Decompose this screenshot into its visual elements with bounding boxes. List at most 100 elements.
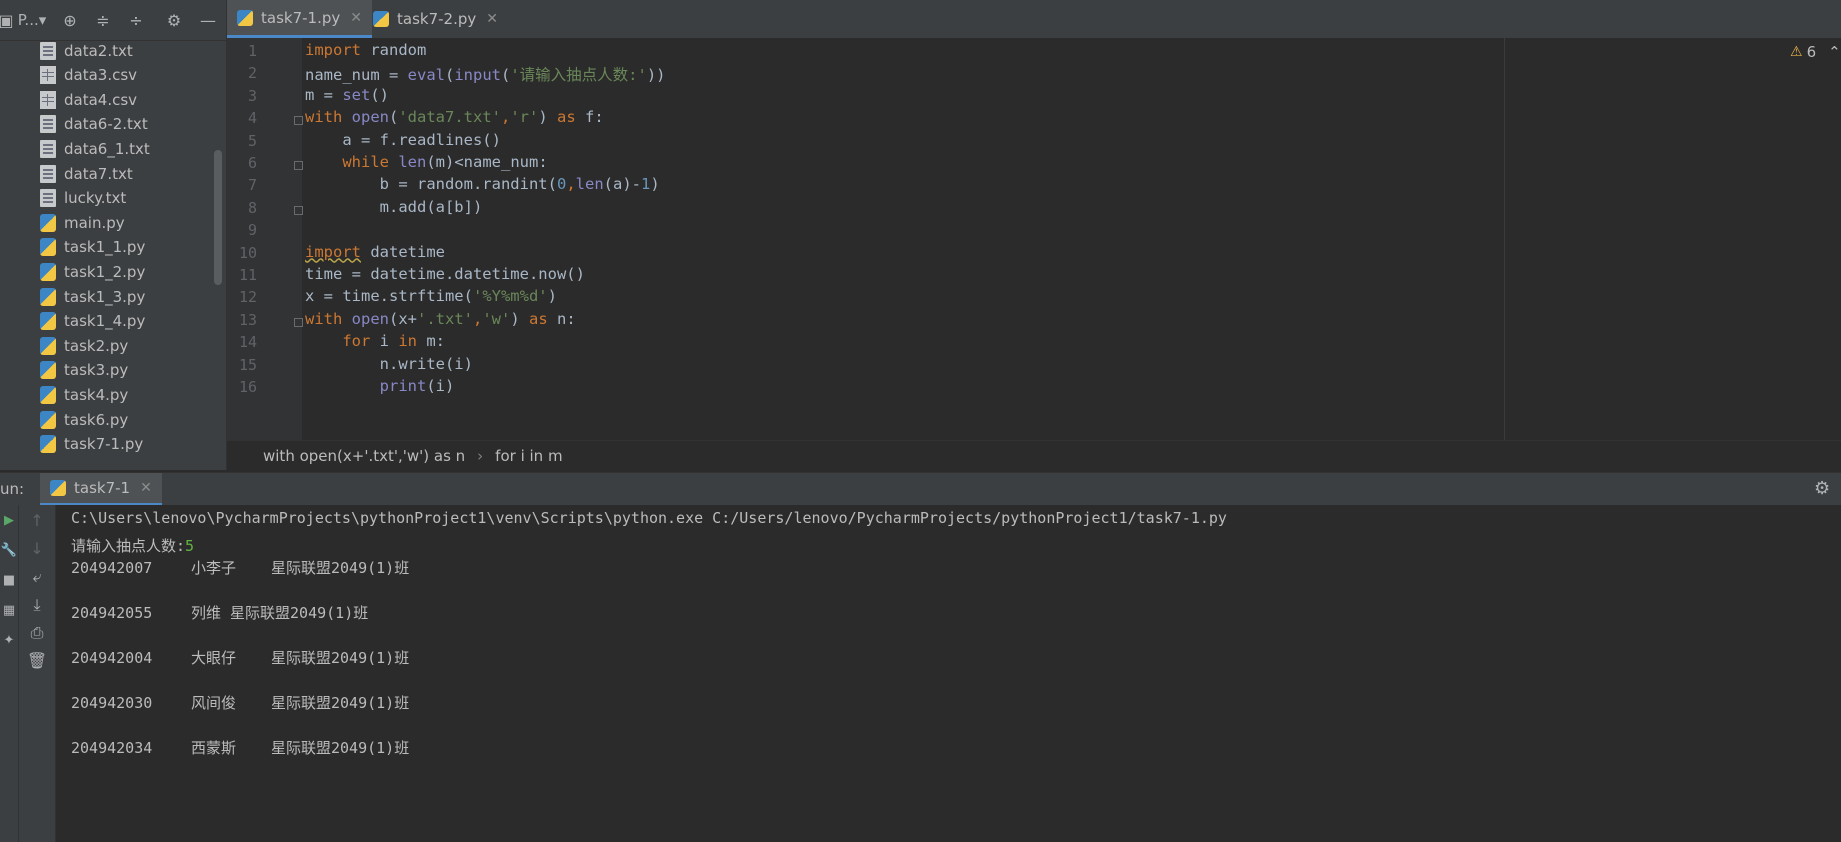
run-left-strip: ▶ 🔧 ■ ▦ ✦ xyxy=(0,505,19,842)
file-tree-item[interactable]: lucky.txt xyxy=(40,186,126,211)
hide-icon[interactable]: — xyxy=(196,8,220,32)
console-input-value: 5 xyxy=(185,537,195,555)
close-icon[interactable]: ✕ xyxy=(486,11,498,27)
code-line[interactable]: b = random.randint(0,len(a)-1) xyxy=(305,175,660,193)
arrow-up-icon[interactable]: ↑ xyxy=(19,511,55,530)
run-console-output[interactable]: C:\Users\lenovo\PycharmProjects\pythonPr… xyxy=(56,505,1841,842)
arrow-down-icon[interactable]: ↓ xyxy=(19,539,55,558)
python-file-icon xyxy=(40,336,56,355)
right-margin-guide xyxy=(1504,38,1505,440)
file-tree-item[interactable]: data4.csv xyxy=(40,87,137,112)
file-tree-item[interactable]: task3.py xyxy=(40,358,128,383)
project-view-selector[interactable]: P... ▾ xyxy=(16,8,48,32)
text-file-icon xyxy=(40,139,56,158)
file-tree-item[interactable]: data3.csv xyxy=(40,63,137,88)
line-number: 12 xyxy=(238,288,257,307)
layout-icon[interactable]: ▦ xyxy=(0,603,18,618)
code-line[interactable]: m.add(a[b]) xyxy=(305,198,483,216)
run-tab-label: task7-1 xyxy=(74,479,131,497)
console-output-row: 204942007 小李子 星际联盟2049(1)班 xyxy=(71,557,409,578)
pin-icon[interactable]: ✦ xyxy=(0,633,18,648)
scroll-to-end-icon[interactable]: ⤓ xyxy=(19,595,55,615)
file-tree-item[interactable]: task2.py xyxy=(40,333,128,358)
code-line[interactable]: print(i) xyxy=(305,377,455,395)
file-name: data3.csv xyxy=(64,66,138,85)
collapse-all-icon[interactable]: ÷ xyxy=(124,8,148,32)
file-tree-item[interactable]: task1_3.py xyxy=(40,284,145,309)
expand-all-icon[interactable]: ≑ xyxy=(91,8,115,32)
code-editor[interactable]: 1 2 3 4 5 6 7 8 9 10 11 12 13 14 15 16 ⚠ 6 ⌃ import ran… xyxy=(227,38,1841,440)
python-file-icon xyxy=(237,9,253,26)
fold-marker-icon[interactable] xyxy=(294,317,303,327)
code-line[interactable]: m = set() xyxy=(305,86,389,104)
fold-marker-icon[interactable] xyxy=(294,161,303,170)
line-number: 5 xyxy=(247,131,257,150)
console-id: 204942004 xyxy=(71,649,153,667)
csv-file-icon xyxy=(40,66,56,85)
inspection-widget[interactable]: ⚠ 6 ⌃ xyxy=(1790,43,1841,61)
file-tree-item[interactable]: task1_2.py xyxy=(40,259,145,284)
code-line[interactable]: for i in m: xyxy=(305,332,445,350)
console-output-row: 204942004 大眼仔 星际联盟2049(1)班 xyxy=(71,647,409,668)
file-name: task6.py xyxy=(64,410,129,429)
rerun-icon[interactable]: ▶ xyxy=(0,513,18,528)
line-number: 11 xyxy=(238,266,257,284)
console-id: 204942007 xyxy=(71,559,153,577)
project-panel: ▣ P...▾ ⊕ ≑ ÷ ⚙ — data2.txt data3.csv data… xyxy=(0,0,227,470)
file-tree-item[interactable]: data7.txt xyxy=(40,161,133,186)
file-name: task1_3.py xyxy=(64,287,146,306)
file-tree-item[interactable]: task1_1.py xyxy=(40,235,145,260)
file-name: data6-2.txt xyxy=(64,115,148,134)
tree-scrollbar[interactable] xyxy=(214,150,222,285)
python-file-icon xyxy=(40,385,56,404)
python-file-icon xyxy=(40,213,56,232)
trash-icon[interactable]: 🗑 xyxy=(19,651,55,670)
code-line[interactable]: import datetime xyxy=(305,243,445,261)
wrench-icon[interactable]: 🔧 xyxy=(0,543,18,558)
file-tree-item[interactable]: task7-1.py xyxy=(40,432,143,457)
file-name: task1_4.py xyxy=(64,312,146,331)
file-tree-item[interactable]: task6.py xyxy=(40,407,128,432)
print-icon[interactable]: ⎙ xyxy=(19,623,55,643)
breadcrumb-item[interactable]: with open(x+'.txt','w') as n xyxy=(263,447,465,465)
code-line[interactable]: with open(x+'.txt','w') as n: xyxy=(305,310,576,328)
tab-task7-2[interactable]: task7-2.py ✕ xyxy=(363,0,508,38)
code-line[interactable]: with open('data7.txt','r') as f: xyxy=(305,108,604,126)
file-tree-item[interactable]: data6-2.txt xyxy=(40,112,148,137)
code-line[interactable]: x = time.strftime('%Y%m%d') xyxy=(305,287,557,305)
console-class: 星际联盟2049(1)班 xyxy=(271,559,410,577)
file-tree-item[interactable]: task1_4.py xyxy=(40,309,145,334)
close-icon[interactable]: ✕ xyxy=(140,480,152,496)
text-file-icon xyxy=(40,189,56,208)
file-tree-item[interactable]: task4.py xyxy=(40,382,128,407)
python-file-icon xyxy=(40,435,56,454)
console-prompt: 请输入抽点人数: xyxy=(71,537,186,555)
fold-marker-icon[interactable] xyxy=(294,205,303,215)
project-view-icon[interactable]: ▣ xyxy=(0,8,14,32)
code-line[interactable]: n.write(i) xyxy=(305,355,473,373)
gear-icon[interactable]: ⚙ xyxy=(1814,478,1830,499)
code-line[interactable]: while len(m)<name_num: xyxy=(305,153,547,171)
file-tree-item[interactable]: data2.txt xyxy=(40,38,133,63)
close-icon[interactable]: ✕ xyxy=(350,10,362,26)
chevron-right-icon: › xyxy=(477,447,484,465)
chevron-up-icon[interactable]: ⌃ xyxy=(1828,43,1841,61)
file-tree-item[interactable]: data6_1.txt xyxy=(40,136,150,161)
gear-icon[interactable]: ⚙ xyxy=(162,8,186,32)
code-line[interactable]: time = datetime.datetime.now() xyxy=(305,265,585,283)
breadcrumb-item[interactable]: for i in m xyxy=(495,447,562,465)
code-line[interactable]: name_num = eval(input('请输入抽点人数:')) xyxy=(305,63,666,85)
soft-wrap-icon[interactable]: ⤶ xyxy=(19,567,55,587)
file-name: main.py xyxy=(64,213,125,232)
run-tab-task7-1[interactable]: task7-1 ✕ xyxy=(40,473,162,506)
file-tree-item[interactable]: main.py xyxy=(40,210,125,235)
fold-marker-icon[interactable] xyxy=(294,116,303,126)
locate-icon[interactable]: ⊕ xyxy=(58,8,82,32)
line-number-gutter: 1 2 3 4 5 6 7 8 9 10 11 12 13 14 15 16 xyxy=(227,38,303,440)
code-line[interactable]: a = f.readlines() xyxy=(305,131,501,149)
file-name: task1_1.py xyxy=(64,238,146,257)
stop-icon[interactable]: ■ xyxy=(0,573,18,588)
python-file-icon xyxy=(40,361,56,380)
tab-task7-1[interactable]: task7-1.py ✕ xyxy=(227,0,372,38)
code-line[interactable]: import random xyxy=(305,41,426,59)
